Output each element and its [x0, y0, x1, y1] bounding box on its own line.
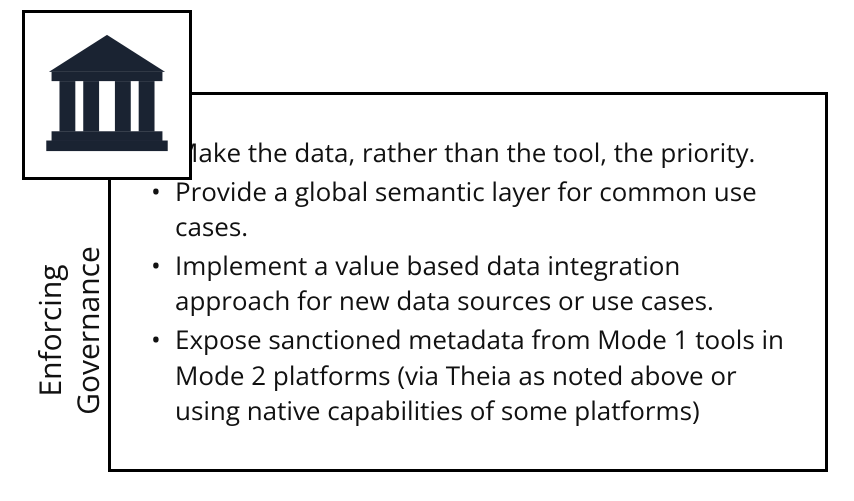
- list-item: Expose sanctioned metadata from Mode 1 t…: [151, 322, 795, 427]
- list-item: Make the data, rather than the tool, the…: [151, 135, 795, 170]
- bullet-list: Make the data, rather than the tool, the…: [151, 135, 795, 432]
- side-label-line1: Enforcing: [29, 264, 70, 396]
- side-label-line2: Governance: [66, 246, 107, 415]
- list-item: Implement a value based data integration…: [151, 248, 795, 318]
- side-label-text: Enforcing Governance: [31, 246, 106, 415]
- list-item: Provide a global semantic layer for comm…: [151, 174, 795, 244]
- bank-icon: [41, 27, 173, 164]
- side-label: Enforcing Governance: [28, 200, 108, 460]
- icon-frame: [22, 10, 192, 180]
- callout-box: Make the data, rather than the tool, the…: [108, 92, 828, 472]
